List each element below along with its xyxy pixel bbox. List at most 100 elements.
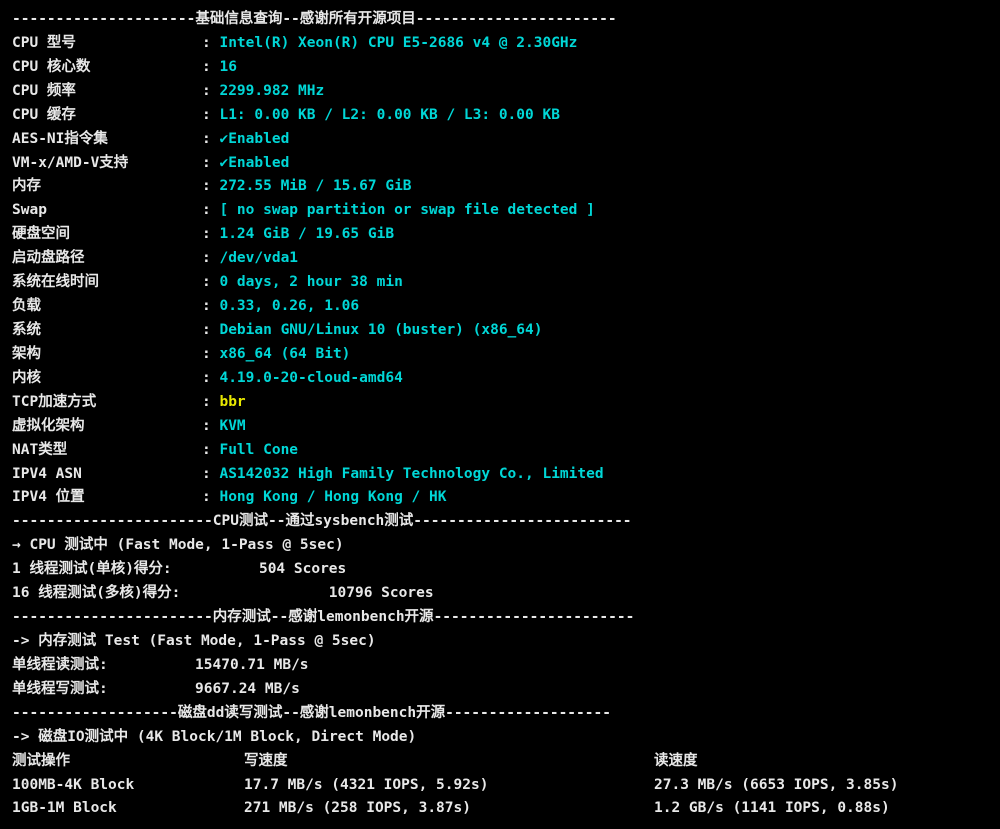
disk-header-op: 测试操作 — [12, 750, 244, 774]
colon: : — [202, 394, 219, 410]
cpu-test-multi-thread: 16 线程测试(多核)得分: 10796 Scores — [12, 582, 988, 606]
memory-write-test: 单线程写测试: 9667.24 MB/s — [12, 678, 988, 702]
info-value: 0.33, 0.26, 1.06 — [219, 298, 359, 314]
info-label: CPU 核心数 — [12, 56, 202, 80]
info-row: IPV4 ASN: AS142032 High Family Technolog… — [12, 463, 988, 487]
info-label: 系统 — [12, 319, 202, 343]
info-label: 内存 — [12, 175, 202, 199]
info-label: VM-x/AMD-V支持 — [12, 152, 202, 176]
info-value: x86_64 (64 Bit) — [219, 346, 350, 362]
colon: : — [202, 202, 219, 218]
colon: : — [202, 178, 219, 194]
disk-read: 27.3 MB/s (6653 IOPS, 3.85s) — [654, 774, 988, 798]
disk-header-read: 读速度 — [654, 750, 988, 774]
cpu-test-subheader: → CPU 测试中 (Fast Mode, 1-Pass @ 5sec) — [12, 534, 988, 558]
info-value: bbr — [219, 394, 245, 410]
colon: : — [202, 155, 219, 171]
info-row: CPU 频率: 2299.982 MHz — [12, 80, 988, 104]
info-label: IPV4 ASN — [12, 463, 202, 487]
colon: : — [202, 442, 219, 458]
colon: : — [202, 59, 219, 75]
info-row: CPU 缓存: L1: 0.00 KB / L2: 0.00 KB / L3: … — [12, 104, 988, 128]
info-row: 内存: 272.55 MiB / 15.67 GiB — [12, 175, 988, 199]
info-label: 架构 — [12, 343, 202, 367]
cpu-test-single-thread: 1 线程测试(单核)得分: 504 Scores — [12, 558, 988, 582]
info-value: [ no swap partition or swap file detecte… — [219, 202, 594, 218]
info-value: Hong Kong / Hong Kong / HK — [219, 489, 446, 505]
info-value: Enabled — [228, 131, 289, 147]
info-value: L1: 0.00 KB / L2: 0.00 KB / L3: 0.00 KB — [219, 107, 559, 123]
memory-test-subheader: -> 内存测试 Test (Fast Mode, 1-Pass @ 5sec) — [12, 630, 988, 654]
disk-test-table-header: 测试操作 写速度 读速度 — [12, 750, 988, 774]
info-value: 1.24 GiB / 19.65 GiB — [219, 226, 394, 242]
info-value: Full Cone — [219, 442, 298, 458]
colon: : — [202, 346, 219, 362]
colon: : — [202, 489, 219, 505]
colon: : — [202, 131, 219, 147]
section-cpu-test-header: -----------------------CPU测试--通过sysbench… — [12, 510, 988, 534]
basic-info-list: CPU 型号: Intel(R) Xeon(R) CPU E5-2686 v4 … — [12, 32, 988, 510]
section-memory-test-header: -----------------------内存测试--感谢lemonbenc… — [12, 606, 988, 630]
info-value: /dev/vda1 — [219, 250, 298, 266]
info-row: 系统在线时间: 0 days, 2 hour 38 min — [12, 271, 988, 295]
info-label: 负载 — [12, 295, 202, 319]
info-row: 虚拟化架构: KVM — [12, 415, 988, 439]
disk-header-write: 写速度 — [244, 750, 654, 774]
disk-test-subheader: -> 磁盘IO测试中 (4K Block/1M Block, Direct Mo… — [12, 726, 988, 750]
info-label: 系统在线时间 — [12, 271, 202, 295]
colon: : — [202, 466, 219, 482]
disk-op: 100MB-4K Block — [12, 774, 244, 798]
info-row: CPU 型号: Intel(R) Xeon(R) CPU E5-2686 v4 … — [12, 32, 988, 56]
info-label: 虚拟化架构 — [12, 415, 202, 439]
colon: : — [202, 83, 219, 99]
info-row: 启动盘路径: /dev/vda1 — [12, 247, 988, 271]
info-label: CPU 缓存 — [12, 104, 202, 128]
colon: : — [202, 418, 219, 434]
info-row: CPU 核心数: 16 — [12, 56, 988, 80]
info-value: Debian GNU/Linux 10 (buster) (x86_64) — [219, 322, 542, 338]
info-label: CPU 频率 — [12, 80, 202, 104]
disk-write: 271 MB/s (258 IOPS, 3.87s) — [244, 797, 654, 821]
colon: : — [202, 107, 219, 123]
disk-row: 1GB-1M Block271 MB/s (258 IOPS, 3.87s)1.… — [12, 797, 988, 821]
info-label: 启动盘路径 — [12, 247, 202, 271]
disk-row: 100MB-4K Block17.7 MB/s (4321 IOPS, 5.92… — [12, 774, 988, 798]
info-value: 2299.982 MHz — [219, 83, 324, 99]
info-label: IPV4 位置 — [12, 486, 202, 510]
info-row: TCP加速方式: bbr — [12, 391, 988, 415]
info-value: KVM — [219, 418, 245, 434]
info-row: NAT类型: Full Cone — [12, 439, 988, 463]
info-label: 内核 — [12, 367, 202, 391]
info-label: Swap — [12, 199, 202, 223]
info-value: 272.55 MiB / 15.67 GiB — [219, 178, 411, 194]
info-row: VM-x/AMD-V支持: ✔Enabled — [12, 152, 988, 176]
info-value: 4.19.0-20-cloud-amd64 — [219, 370, 402, 386]
colon: : — [202, 250, 219, 266]
info-value: Enabled — [228, 155, 289, 171]
info-row: 系统: Debian GNU/Linux 10 (buster) (x86_64… — [12, 319, 988, 343]
check-icon: ✔ — [219, 131, 228, 147]
disk-test-rows: 100MB-4K Block17.7 MB/s (4321 IOPS, 5.92… — [12, 774, 988, 822]
colon: : — [202, 322, 219, 338]
info-value: 0 days, 2 hour 38 min — [219, 274, 402, 290]
info-label: NAT类型 — [12, 439, 202, 463]
info-row: Swap: [ no swap partition or swap file d… — [12, 199, 988, 223]
colon: : — [202, 274, 219, 290]
info-label: AES-NI指令集 — [12, 128, 202, 152]
section-basic-info-header: ---------------------基础信息查询--感谢所有开源项目---… — [12, 8, 988, 32]
info-label: TCP加速方式 — [12, 391, 202, 415]
info-value: Intel(R) Xeon(R) CPU E5-2686 v4 @ 2.30GH… — [219, 35, 577, 51]
colon: : — [202, 370, 219, 386]
colon: : — [202, 298, 219, 314]
colon: : — [202, 35, 219, 51]
info-value: 16 — [219, 59, 236, 75]
info-label: 硬盘空间 — [12, 223, 202, 247]
info-label: CPU 型号 — [12, 32, 202, 56]
info-row: IPV4 位置: Hong Kong / Hong Kong / HK — [12, 486, 988, 510]
disk-read: 1.2 GB/s (1141 IOPS, 0.88s) — [654, 797, 988, 821]
memory-read-test: 单线程读测试: 15470.71 MB/s — [12, 654, 988, 678]
info-row: 架构: x86_64 (64 Bit) — [12, 343, 988, 367]
info-row: 内核: 4.19.0-20-cloud-amd64 — [12, 367, 988, 391]
info-row: AES-NI指令集: ✔Enabled — [12, 128, 988, 152]
disk-op: 1GB-1M Block — [12, 797, 244, 821]
